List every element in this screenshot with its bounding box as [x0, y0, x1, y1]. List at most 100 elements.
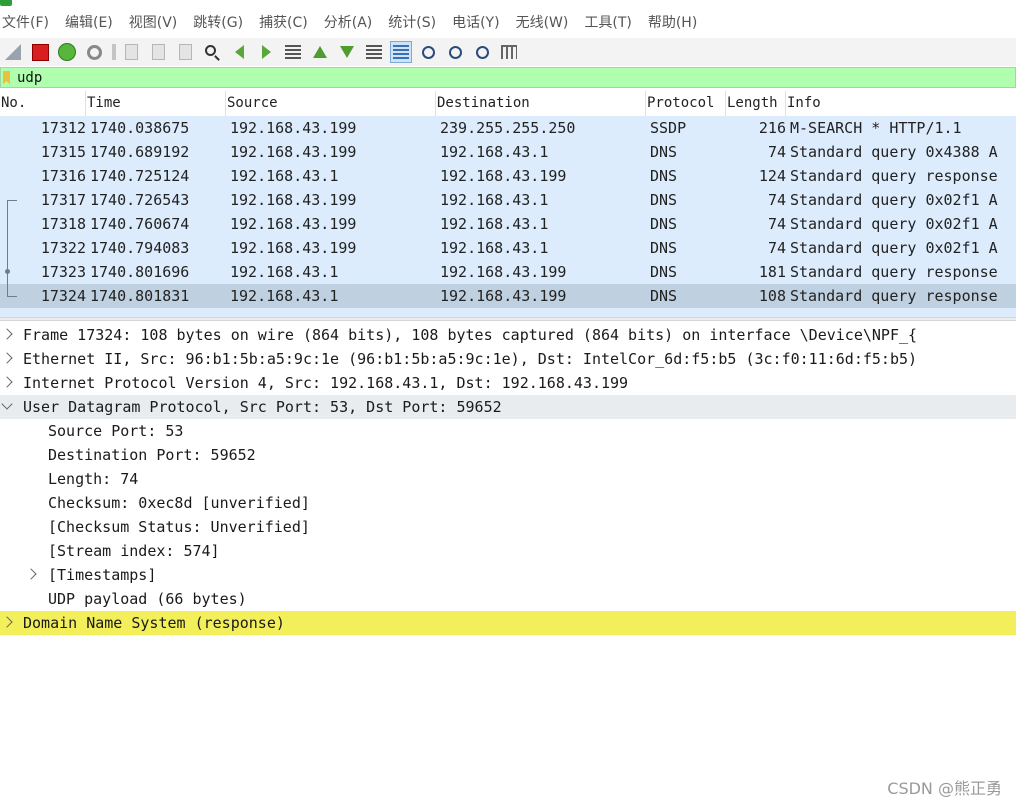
cell-info: Standard query response	[790, 287, 998, 305]
tree-field-stream-index[interactable]: [Stream index: 574]	[0, 539, 1016, 563]
tree-item-ip[interactable]: Internet Protocol Version 4, Src: 192.16…	[0, 371, 1016, 395]
menu-go[interactable]: 跳转(G)	[185, 8, 251, 38]
expand-icon[interactable]	[1, 352, 13, 364]
collapse-icon[interactable]	[1, 398, 13, 410]
tree-item-udp[interactable]: User Datagram Protocol, Src Port: 53, Ds…	[0, 395, 1016, 419]
open-file-button[interactable]	[120, 41, 142, 63]
field-label: [Checksum Status: Unverified]	[48, 518, 310, 536]
menu-tools[interactable]: 工具(T)	[576, 8, 639, 38]
auto-scroll-button[interactable]	[363, 41, 385, 63]
column-header-time[interactable]: Time	[86, 91, 226, 116]
packet-row[interactable]: 17317 1740.726543 192.168.43.199 192.168…	[0, 188, 1016, 212]
column-header-protocol[interactable]: Protocol	[646, 91, 726, 116]
cell-length: 124	[758, 167, 786, 185]
column-header-destination[interactable]: Destination	[436, 91, 646, 116]
auto-scroll-icon	[366, 45, 382, 59]
cell-source: 192.168.43.199	[230, 119, 357, 137]
tree-field-payload[interactable]: UDP payload (66 bytes)	[0, 587, 1016, 611]
packet-row[interactable]: 17318 1740.760674 192.168.43.199 192.168…	[0, 212, 1016, 236]
menu-edit[interactable]: 编辑(E)	[57, 8, 121, 38]
packet-row-partial[interactable]	[0, 308, 1016, 317]
menu-help[interactable]: 帮助(H)	[640, 8, 705, 38]
menu-file[interactable]: 文件(F)	[0, 8, 57, 38]
cell-info: Standard query response	[790, 263, 998, 281]
expand-icon[interactable]	[1, 328, 13, 340]
resize-columns-button[interactable]	[498, 41, 520, 63]
tree-item-dns[interactable]: Domain Name System (response)	[0, 611, 1016, 635]
pane-splitter[interactable]	[0, 317, 1016, 321]
first-packet-button[interactable]	[309, 41, 331, 63]
tree-item-frame[interactable]: Frame 17324: 108 bytes on wire (864 bits…	[0, 323, 1016, 347]
cell-source: 192.168.43.199	[230, 143, 357, 161]
close-file-button[interactable]	[147, 41, 169, 63]
normal-size-button[interactable]	[471, 41, 493, 63]
tree-item-timestamps[interactable]: [Timestamps]	[0, 563, 1016, 587]
zoom-in-button[interactable]	[417, 41, 439, 63]
menu-view[interactable]: 视图(V)	[121, 8, 186, 38]
packet-row[interactable]: 17316 1740.725124 192.168.43.1 192.168.4…	[0, 164, 1016, 188]
find-packet-button[interactable]	[201, 41, 223, 63]
expand-icon[interactable]	[1, 376, 13, 388]
start-capture-button[interactable]	[2, 41, 24, 63]
packet-row-selected[interactable]: 17324 1740.801831 192.168.43.1 192.168.4…	[0, 284, 1016, 308]
colorize-button[interactable]	[390, 41, 412, 63]
display-filter-input[interactable]	[17, 68, 917, 87]
restart-capture-button[interactable]	[56, 41, 78, 63]
tree-field-dst-port[interactable]: Destination Port: 59652	[0, 443, 1016, 467]
display-filter-bar	[0, 67, 1016, 88]
zoom-out-button[interactable]	[444, 41, 466, 63]
tree-item-ethernet[interactable]: Ethernet II, Src: 96:b1:5b:a5:9c:1e (96:…	[0, 347, 1016, 371]
reload-file-button[interactable]	[174, 41, 196, 63]
cell-info: Standard query response	[790, 167, 998, 185]
related-packet-tick	[7, 296, 17, 297]
go-forward-button[interactable]	[255, 41, 277, 63]
cell-no: 17315	[40, 143, 86, 161]
cell-destination: 192.168.43.199	[440, 287, 567, 305]
cell-length: 74	[767, 191, 786, 209]
column-header-info[interactable]: Info	[786, 91, 1016, 116]
toolbar-separator	[110, 41, 118, 63]
stop-capture-button[interactable]	[29, 41, 51, 63]
expand-icon[interactable]	[1, 616, 13, 628]
tree-item-label: Internet Protocol Version 4, Src: 192.16…	[23, 374, 629, 392]
tree-field-src-port[interactable]: Source Port: 53	[0, 419, 1016, 443]
bookmark-icon[interactable]	[3, 70, 10, 85]
column-header-no[interactable]: No.	[0, 91, 86, 116]
tree-field-length[interactable]: Length: 74	[0, 467, 1016, 491]
packet-row[interactable]: 17315 1740.689192 192.168.43.199 192.168…	[0, 140, 1016, 164]
menu-statistics[interactable]: 统计(S)	[380, 8, 444, 38]
menu-telephony[interactable]: 电话(Y)	[444, 8, 507, 38]
menu-wireless[interactable]: 无线(W)	[508, 8, 577, 38]
cell-source: 192.168.43.199	[230, 191, 357, 209]
cell-destination: 192.168.43.1	[440, 191, 549, 209]
packet-list-header: No. Time Source Destination Protocol Len…	[0, 91, 1016, 117]
tree-field-checksum[interactable]: Checksum: 0xec8d [unverified]	[0, 491, 1016, 515]
go-to-packet-button[interactable]	[282, 41, 304, 63]
related-packet-line	[7, 200, 8, 296]
packet-row[interactable]: 17322 1740.794083 192.168.43.199 192.168…	[0, 236, 1016, 260]
menu-bar: 文件(F) 编辑(E) 视图(V) 跳转(G) 捕获(C) 分析(A) 统计(S…	[0, 8, 1016, 38]
menu-analyze[interactable]: 分析(A)	[316, 8, 381, 38]
cell-source: 192.168.43.199	[230, 239, 357, 257]
tree-item-label: Ethernet II, Src: 96:b1:5b:a5:9c:1e (96:…	[23, 350, 918, 368]
cell-length: 74	[767, 143, 786, 161]
last-packet-button[interactable]	[336, 41, 358, 63]
cell-length: 74	[767, 215, 786, 233]
cell-no: 17312	[40, 119, 86, 137]
cell-length: 74	[767, 239, 786, 257]
column-header-length[interactable]: Length	[726, 91, 786, 116]
tree-item-label: Domain Name System (response)	[23, 614, 285, 632]
tree-field-checksum-status[interactable]: [Checksum Status: Unverified]	[0, 515, 1016, 539]
column-header-source[interactable]: Source	[226, 91, 436, 116]
packet-row[interactable]: 17323 1740.801696 192.168.43.1 192.168.4…	[0, 260, 1016, 284]
field-label: Destination Port: 59652	[48, 446, 256, 464]
capture-options-button[interactable]	[83, 41, 105, 63]
reload-icon	[178, 44, 192, 60]
menu-capture[interactable]: 捕获(C)	[251, 8, 316, 38]
arrow-down-icon	[340, 46, 354, 58]
field-label: [Stream index: 574]	[48, 542, 220, 560]
cell-destination: 192.168.43.1	[440, 143, 549, 161]
expand-icon[interactable]	[25, 568, 37, 580]
packet-row[interactable]: 17312 1740.038675 192.168.43.199 239.255…	[0, 116, 1016, 140]
go-back-button[interactable]	[228, 41, 250, 63]
